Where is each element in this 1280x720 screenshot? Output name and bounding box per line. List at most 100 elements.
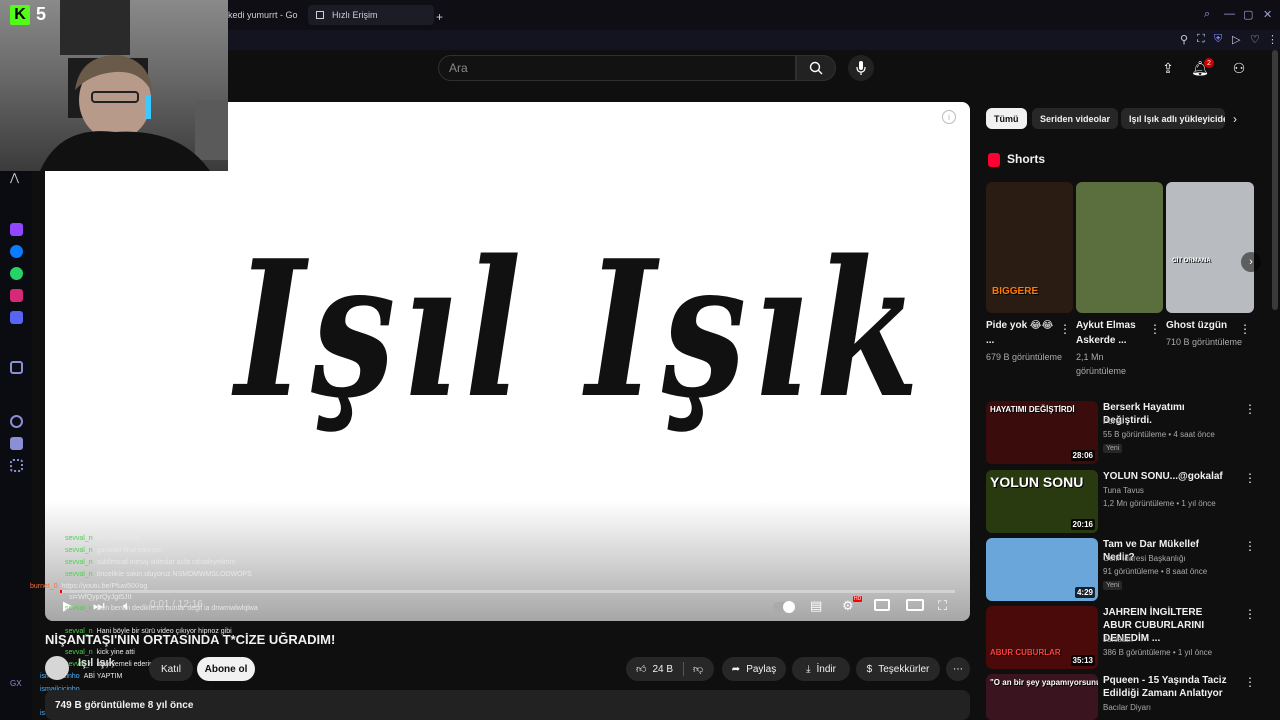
progress-bar[interactable] — [60, 590, 955, 593]
browser-tab[interactable]: kedi yumurrt - Go — [228, 5, 302, 25]
upload-icon[interactable]: ⇪ — [1158, 58, 1178, 78]
chat-text: subliminal mesaj videolar acfa rahatleye… — [96, 559, 236, 566]
subtitles-icon[interactable]: ▤ — [810, 598, 822, 614]
short-thumbnail[interactable]: GİT ORMANA — [1166, 182, 1254, 313]
search-button[interactable] — [796, 55, 836, 81]
chip-series-videos[interactable]: Seriden videolar — [1032, 108, 1119, 129]
channel-name[interactable]: Portal — [1103, 417, 1124, 426]
more-vert-icon[interactable]: ⋮ — [1059, 322, 1071, 336]
chat-message: sevval_n kick yine atti — [65, 649, 135, 656]
chat-username: sevval_n — [65, 649, 93, 656]
twitch-icon[interactable] — [10, 223, 23, 236]
search-input[interactable]: Ara — [438, 55, 796, 81]
download-icon: ⤓ — [806, 663, 811, 675]
new-badge: Yeni — [1103, 444, 1123, 453]
join-button[interactable]: Katıl — [149, 657, 193, 681]
video-title[interactable]: YOLUN SONU...@gokalaf — [1103, 470, 1228, 483]
video-thumbnail[interactable]: ABUR CUBURLAR 35:13 — [986, 606, 1098, 669]
video-duration: 20:16 — [1070, 519, 1095, 530]
more-vert-icon[interactable]: ⋮ — [1239, 322, 1251, 336]
account-avatar-icon[interactable]: ⚇ — [1229, 58, 1249, 78]
maximize-icon[interactable]: ▢ — [1243, 8, 1253, 21]
video-thumbnail[interactable]: YOLUN SONU 20:16 — [986, 470, 1098, 533]
voice-search-button[interactable] — [848, 55, 874, 81]
discord-icon[interactable] — [10, 311, 23, 324]
new-tab-button[interactable]: + — [436, 7, 443, 27]
more-vert-icon[interactable]: ⋮ — [1244, 675, 1256, 689]
screenshot-icon[interactable]: ⛶ — [1197, 33, 1205, 46]
short-thumbnail[interactable] — [1076, 182, 1163, 313]
autoplay-toggle[interactable] — [773, 601, 795, 613]
menu-icon[interactable]: ⋮ — [1267, 33, 1278, 46]
short-title[interactable]: Pide yok 😂😂 ... — [986, 318, 1060, 348]
more-actions-button[interactable]: ⋯ — [946, 657, 970, 681]
theater-mode-icon[interactable] — [906, 599, 924, 611]
chip-all[interactable]: Tümü — [986, 108, 1027, 129]
video-duration: 4:29 — [1074, 587, 1095, 598]
channel-name[interactable]: Gelir İdaresi Başkanlığı — [1103, 554, 1186, 563]
download-button[interactable]: ⤓ İndir — [792, 657, 850, 681]
settings-gear-icon[interactable]: ⚙ — [842, 598, 854, 614]
close-icon[interactable]: ✕ — [1263, 8, 1272, 21]
search-placeholder: Ara — [449, 61, 468, 75]
channel-name[interactable]: Işıl Işık — [78, 657, 115, 669]
minimize-icon[interactable]: — — [1224, 8, 1235, 20]
extensions-icon[interactable] — [10, 437, 23, 450]
history-icon[interactable] — [10, 415, 23, 428]
more-vert-icon[interactable]: ⋮ — [1244, 607, 1256, 621]
share-button[interactable]: ➦ Paylaş — [722, 657, 786, 681]
rocket-icon[interactable] — [10, 361, 23, 374]
short-title[interactable]: Ghost üzgün — [1166, 318, 1240, 333]
chat-text: Ben benim dediklerim bunlar değil ia dnw… — [96, 605, 258, 612]
short-thumbnail[interactable]: BIGGERE — [986, 182, 1073, 313]
chat-message: si=WfQyprQyJgt5JIt — [65, 594, 131, 601]
search-icon[interactable]: ⌕ — [1204, 8, 1210, 21]
scrollbar[interactable] — [1272, 50, 1278, 310]
thumbs-down-icon[interactable]: 👎︎ — [693, 663, 703, 675]
video-title[interactable]: Pqueen - 15 Yaşında Taciz Edildiği Zaman… — [1103, 674, 1228, 700]
video-meta: 1,2 Mn görüntüleme • 1 yıl önce — [1103, 499, 1216, 508]
more-vert-icon[interactable]: ⋮ — [1244, 539, 1256, 553]
subscribe-button[interactable]: Abone ol — [197, 657, 255, 681]
new-badge: Yeni — [1103, 581, 1123, 590]
video-player[interactable]: Işıl Işık i ▶ ⏭ 🔈︎ 0:01 / 12:16 ▤ ⚙ HD ⛶ — [45, 102, 970, 621]
shorts-heading: Shorts — [1007, 152, 1046, 166]
more-vert-icon[interactable]: ⋮ — [1244, 402, 1256, 416]
browser-tab-active[interactable]: Hızlı Erişim — [308, 5, 434, 25]
arc-icon[interactable]: ⋀ — [10, 171, 23, 184]
video-thumbnail[interactable]: HAYATIMI DEĞİŞTİRDİ 28:06 — [986, 401, 1098, 464]
gx-icon[interactable]: GX — [10, 679, 23, 692]
chevron-right-icon[interactable]: › — [1233, 112, 1237, 126]
messenger-icon[interactable] — [10, 245, 23, 258]
hd-badge: HD — [853, 596, 863, 602]
pin-icon[interactable]: ⚲ — [1180, 33, 1188, 46]
play-icon[interactable]: ▷ — [1232, 33, 1240, 46]
short-title[interactable]: Aykut Elmas Askerde ... — [1076, 318, 1150, 348]
whatsapp-icon[interactable] — [10, 267, 23, 280]
miniplayer-icon[interactable] — [874, 599, 890, 611]
instagram-icon[interactable] — [10, 289, 23, 302]
info-icon[interactable]: i — [942, 110, 956, 124]
channel-name[interactable]: Bacılar Diyarı — [1103, 703, 1151, 712]
chip-uploader[interactable]: Işıl Işık adlı yükleyiciden — [1121, 108, 1225, 129]
chat-text: si=WfQyprQyJgt5JIt — [69, 594, 132, 601]
video-thumbnail[interactable]: "O an bir şey yapamıyorsunuz" — [986, 674, 1098, 720]
shield-icon[interactable]: ⛨ — [1214, 33, 1222, 46]
webcam-overlay: K 5 — [0, 0, 228, 171]
fullscreen-icon[interactable]: ⛶ — [938, 598, 947, 614]
video-thumbnail[interactable]: 4:29 — [986, 538, 1098, 601]
more-vert-icon[interactable]: ⋮ — [1149, 322, 1161, 336]
thanks-button[interactable]: $ Teşekkürler — [856, 657, 940, 681]
settings-icon[interactable] — [10, 459, 23, 472]
chevron-right-icon[interactable]: › — [1241, 252, 1261, 272]
chat-text: https://youtu.be/Pfuw5IX/og — [61, 583, 148, 590]
more-vert-icon[interactable]: ⋮ — [1244, 471, 1256, 485]
like-button[interactable]: 👍︎ 24 B 👎︎ — [626, 657, 714, 681]
chat-message: sevval_n öncelikle sakin oluyoruz NSMDMWM… — [65, 571, 252, 578]
heart-icon[interactable]: ♡ — [1250, 33, 1260, 46]
short-views: 710 B görüntüleme — [1166, 337, 1243, 347]
channel-name[interactable]: Tuna Tavus — [1103, 486, 1144, 495]
channel-avatar[interactable] — [45, 656, 69, 680]
thumbnail-text: ABUR CUBURLAR — [990, 648, 1061, 657]
channel-name[interactable]: Jahistan — [1103, 635, 1133, 644]
